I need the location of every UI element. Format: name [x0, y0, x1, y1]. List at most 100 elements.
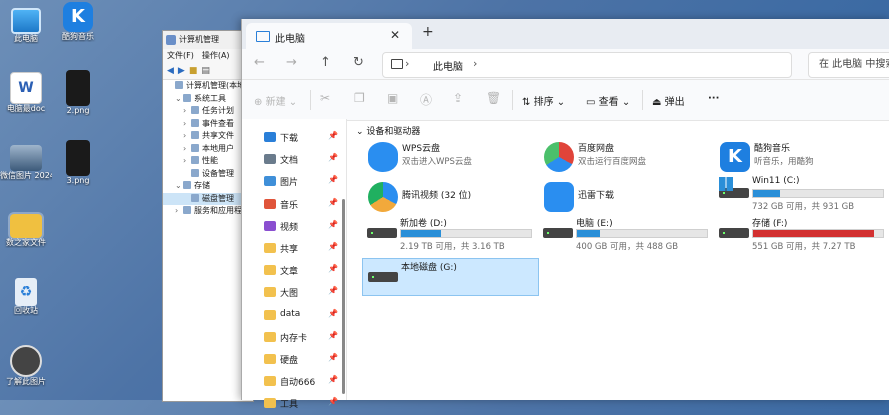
menu-action[interactable]: 操作(A): [202, 51, 230, 60]
pin-icon[interactable]: 📌: [328, 286, 338, 295]
share-icon[interactable]: ⇪: [453, 91, 463, 105]
up-icon[interactable]: ↑: [320, 55, 331, 70]
expand-chevron-icon[interactable]: ⌄: [175, 180, 183, 193]
view-button[interactable]: ▭ 查看 ⌄: [586, 93, 630, 108]
app-tile[interactable]: WPS云盘 双击进入WPS云盘: [362, 139, 532, 175]
expand-chevron-icon[interactable]: ›: [183, 105, 191, 118]
new-tab-button[interactable]: +: [422, 24, 434, 40]
tree-item-label: 事件查看: [202, 118, 234, 128]
new-button[interactable]: ⊕ 新建 ⌄: [254, 93, 297, 108]
nav-item[interactable]: 自动666 📌: [242, 371, 342, 393]
drive-tile[interactable]: 本地磁盘 (G:): [362, 258, 539, 296]
nav-item[interactable]: 图片 📌: [242, 171, 342, 193]
tree-item[interactable]: › 任务计划: [163, 105, 253, 118]
expand-chevron-icon[interactable]: ›: [183, 155, 191, 168]
nav-item[interactable]: 工具 📌: [242, 393, 342, 415]
pin-icon[interactable]: 📌: [328, 331, 338, 340]
up-folder-icon[interactable]: ■: [189, 66, 198, 76]
pin-icon[interactable]: 📌: [328, 220, 338, 229]
recycle-bin-icon: ♻: [15, 278, 37, 306]
expand-chevron-icon[interactable]: ›: [175, 205, 183, 218]
tree-item[interactable]: 计算机管理(本地: [163, 80, 253, 93]
search-input[interactable]: 在 此电脑 中搜索: [808, 52, 889, 78]
forward-arrow-icon[interactable]: ▶: [178, 66, 185, 76]
drive-tile[interactable]: 电脑 (E:) 400 GB 可用，共 488 GB: [538, 215, 713, 252]
desktop-icon-doc[interactable]: W 电脑最doc: [0, 72, 52, 114]
tree-item[interactable]: ⌄ 系统工具: [163, 93, 253, 106]
desktop-icon-this-pc[interactable]: 此电脑: [0, 4, 52, 44]
tree-item[interactable]: › 服务和应用程: [163, 205, 253, 218]
desktop-icon-3png[interactable]: 3.png: [52, 140, 104, 186]
nav-item[interactable]: 硬盘 📌: [242, 349, 342, 371]
pin-icon[interactable]: 📌: [328, 153, 338, 162]
nav-item[interactable]: 文章 📌: [242, 260, 342, 282]
tree-item[interactable]: › 共享文件: [163, 130, 253, 143]
eject-button[interactable]: ⏏ 弹出: [652, 93, 685, 108]
back-arrow-icon[interactable]: ◀: [167, 66, 174, 76]
pin-icon[interactable]: 📌: [328, 309, 338, 318]
close-tab-icon[interactable]: ✕: [390, 28, 400, 42]
nav-item[interactable]: 内存卡 📌: [242, 327, 342, 349]
tree-item[interactable]: › 性能: [163, 155, 253, 168]
cut-icon[interactable]: ✂: [320, 91, 330, 105]
pin-icon[interactable]: 📌: [328, 131, 338, 140]
sort-button[interactable]: ⇅ 排序 ⌄: [522, 93, 565, 108]
scrollbar[interactable]: [342, 199, 345, 394]
paste-icon[interactable]: ▣: [387, 91, 398, 105]
nav-item[interactable]: 大图 📌: [242, 282, 342, 304]
folder-icon: [264, 132, 276, 142]
app-tile[interactable]: 腾讯视频 (32 位): [362, 179, 532, 215]
nav-item[interactable]: 文档 📌: [242, 149, 342, 171]
desktop-icon-wechat-image[interactable]: 微信图片 2024091...: [0, 145, 52, 181]
tree-item[interactable]: ⌄ 存储: [163, 180, 253, 193]
tree-item[interactable]: 设备管理: [163, 168, 253, 181]
section-header[interactable]: ⌄ 设备和驱动器: [356, 124, 420, 137]
address-bar[interactable]: › 此电脑 ›: [382, 52, 792, 78]
app-tile[interactable]: 百度网盘 双击运行百度网盘: [538, 139, 708, 175]
app-tile[interactable]: K 酷狗音乐 听音乐，用酷狗: [714, 139, 884, 175]
drive-tile[interactable]: 存储 (F:) 551 GB 可用，共 7.27 TB: [714, 215, 889, 252]
nav-item[interactable]: 视频 📌: [242, 216, 342, 238]
nav-item[interactable]: 下载 📌: [242, 127, 342, 149]
tree-item[interactable]: › 事件查看: [163, 118, 253, 131]
desktop-icon-recycle-bin[interactable]: ♻ 回收站: [0, 278, 52, 316]
desktop-icon-kugou[interactable]: K 酷狗音乐: [52, 2, 104, 42]
copy-icon[interactable]: ❐: [354, 91, 365, 105]
tab-this-pc[interactable]: 此电脑 ✕: [246, 23, 412, 49]
pin-icon[interactable]: 📌: [328, 264, 338, 273]
delete-icon[interactable]: 🗑: [486, 91, 501, 105]
desktop-icon-2png[interactable]: 2.png: [52, 70, 104, 116]
drive-tile[interactable]: 新加卷 (D:) 2.19 TB 可用，共 3.16 TB: [362, 215, 537, 252]
pin-icon[interactable]: 📌: [328, 353, 338, 362]
expand-chevron-icon[interactable]: ›: [183, 143, 191, 156]
desktop-icon-folder[interactable]: 数之家文件: [0, 210, 52, 248]
app-tile[interactable]: 迅雷下载: [538, 179, 708, 215]
refresh-icon[interactable]: ↻: [353, 55, 364, 70]
expand-chevron-icon[interactable]: ›: [183, 130, 191, 143]
expand-chevron-icon[interactable]: ›: [183, 118, 191, 131]
more-options-icon[interactable]: ···: [708, 93, 719, 104]
expand-chevron-icon[interactable]: ⌄: [175, 93, 183, 106]
breadcrumb-this-pc[interactable]: 此电脑: [433, 58, 463, 73]
chevron-right-icon[interactable]: ›: [473, 57, 477, 70]
rename-icon[interactable]: Ⓐ: [420, 91, 432, 108]
pin-icon[interactable]: 📌: [328, 175, 338, 184]
tree-item[interactable]: › 本地用户: [163, 143, 253, 156]
nav-item[interactable]: 共享 📌: [242, 238, 342, 260]
menu-file[interactable]: 文件(F): [167, 51, 194, 60]
pin-icon[interactable]: 📌: [328, 198, 338, 207]
nav-item[interactable]: 音乐 📌: [242, 194, 342, 216]
nav-item-label: 大图: [280, 289, 299, 300]
properties-icon[interactable]: ▤: [201, 66, 210, 76]
forward-icon[interactable]: →: [286, 55, 297, 70]
nav-item[interactable]: data 📌: [242, 305, 342, 327]
tree-item[interactable]: 磁盘管理: [163, 192, 253, 205]
pin-icon[interactable]: 📌: [328, 397, 338, 406]
chevron-right-icon[interactable]: ›: [405, 57, 409, 70]
window-titlebar[interactable]: 计算机管理: [163, 31, 253, 49]
pin-icon[interactable]: 📌: [328, 242, 338, 251]
desktop-icon-learn-more[interactable]: 了解此图片: [0, 345, 52, 387]
drive-tile[interactable]: Win11 (C:) 732 GB 可用，共 931 GB: [714, 175, 889, 212]
back-icon[interactable]: ←: [254, 55, 265, 70]
pin-icon[interactable]: 📌: [328, 375, 338, 384]
